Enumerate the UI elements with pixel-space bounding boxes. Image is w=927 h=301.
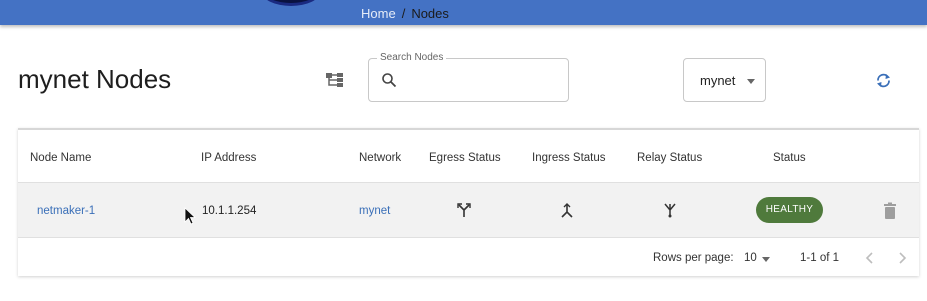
search-icon [382, 73, 397, 88]
tree-view-icon[interactable] [326, 72, 344, 88]
mouse-cursor-icon [184, 207, 196, 225]
egress-fork-icon[interactable] [456, 202, 472, 218]
network-select-value: mynet [700, 73, 736, 88]
breadcrumb-separator: / [401, 6, 406, 21]
chevron-left-icon[interactable] [863, 250, 877, 266]
chevron-down-icon[interactable] [762, 257, 770, 262]
search-input[interactable] [405, 69, 560, 91]
table-row[interactable]: netmaker-1 10.1.1.254 mynet HEALTHY [18, 182, 919, 238]
chevron-right-icon[interactable] [895, 250, 909, 266]
refresh-icon[interactable] [875, 72, 892, 89]
network-link[interactable]: mynet [359, 205, 390, 217]
table-pagination: Rows per page: 10 1-1 of 1 [18, 238, 919, 278]
relay-icon[interactable] [662, 202, 678, 218]
rows-per-page-label: Rows per page: [653, 252, 734, 264]
status-badge: HEALTHY [756, 197, 823, 223]
trash-icon[interactable] [882, 202, 898, 220]
rows-per-page-select[interactable]: 10 [744, 252, 757, 264]
column-header-status[interactable]: Status [773, 152, 806, 164]
chevron-down-icon [747, 79, 755, 84]
column-header-node-name[interactable]: Node Name [30, 152, 91, 164]
node-name-link[interactable]: netmaker-1 [37, 205, 95, 217]
breadcrumb: Home / Nodes [361, 6, 449, 21]
logo[interactable] [262, 0, 320, 6]
column-header-relay-status[interactable]: Relay Status [637, 152, 702, 164]
pagination-range: 1-1 of 1 [800, 252, 839, 264]
breadcrumb-home-link[interactable]: Home [361, 6, 396, 21]
page-title: mynet Nodes [18, 64, 172, 94]
column-header-network[interactable]: Network [359, 152, 401, 164]
network-select[interactable]: mynet [683, 58, 766, 102]
column-header-ingress-status[interactable]: Ingress Status [532, 152, 606, 164]
breadcrumb-current: Nodes [411, 6, 449, 21]
column-header-ip-address[interactable]: IP Address [201, 152, 256, 164]
ingress-merge-icon[interactable] [559, 202, 575, 218]
search-label: Search Nodes [377, 52, 447, 63]
ip-address-cell: 10.1.1.254 [202, 205, 257, 217]
search-field[interactable]: Search Nodes [368, 52, 569, 102]
nodes-table: Node Name IP Address Network Egress Stat… [18, 128, 919, 276]
top-bar: Home / Nodes [0, 0, 927, 25]
column-header-egress-status[interactable]: Egress Status [429, 152, 501, 164]
